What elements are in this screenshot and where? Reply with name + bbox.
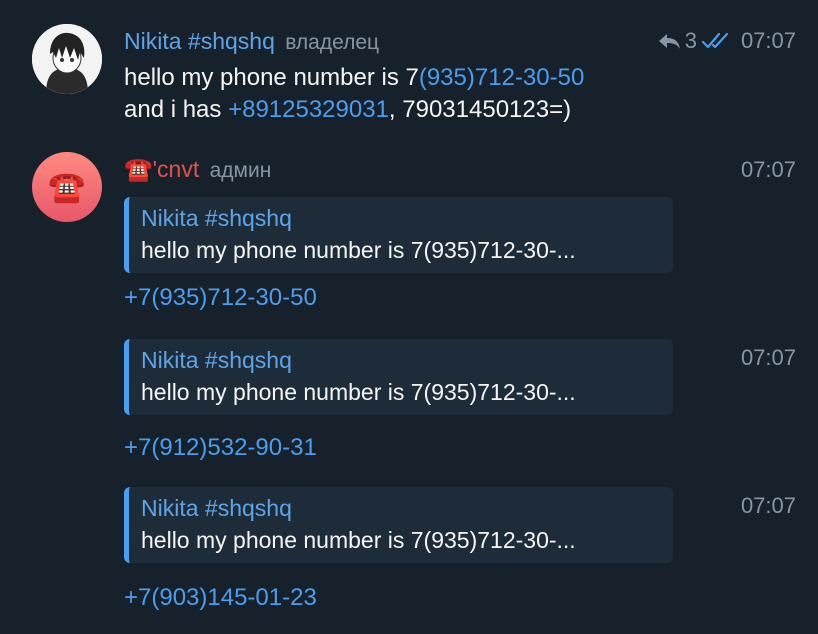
sender-name[interactable]: Nikita #shqshq (124, 28, 275, 54)
message-time: 07:07 (740, 345, 796, 370)
message-text-line-2: and i has +89125329031, 79031450123=) (124, 94, 571, 126)
reply-count[interactable]: 3 (685, 28, 697, 54)
telephone-emoji-icon: ☎️ (124, 156, 153, 182)
text-segment: , 79031450123=) (388, 96, 572, 123)
message-header: ☎️'cnvt админ (124, 156, 271, 183)
message-meta: 3 07:07 (657, 28, 796, 54)
phone-link[interactable]: +7(912)532-90-31 (124, 434, 317, 462)
phone-link[interactable]: +89125329031 (228, 96, 389, 123)
anime-avatar-icon (32, 24, 102, 94)
reply-quote[interactable]: Nikita #shqshq hello my phone number is … (124, 197, 673, 273)
message-text-line-1: hello my phone number is 7(935)712-30-50 (124, 62, 584, 94)
sender-role: админ (209, 159, 272, 182)
reply-sender-name: Nikita #shqshq (141, 347, 292, 373)
phone-link[interactable]: +7(935)712-30-50 (124, 284, 317, 312)
message-time: 07:07 (740, 157, 796, 182)
reply-quote[interactable]: Nikita #shqshq hello my phone number is … (124, 339, 673, 415)
message-time: 07:07 (740, 28, 796, 53)
sender-name[interactable]: 'cnvt (153, 156, 200, 182)
user-avatar-nikita[interactable] (32, 24, 102, 94)
phone-link[interactable]: +7(903)145-01-23 (124, 584, 317, 612)
message-time: 07:07 (740, 493, 796, 518)
telephone-icon: ☎️ (48, 170, 86, 204)
reply-arrow-icon[interactable] (657, 31, 681, 51)
double-check-icon (701, 32, 729, 49)
sender-role: владелец (285, 31, 380, 54)
message-header: Nikita #shqshq владелец (124, 28, 379, 55)
text-segment: hello my phone number is 7 (124, 64, 419, 91)
reply-sender-name: Nikita #shqshq (141, 495, 292, 521)
reply-quoted-text: hello my phone number is 7(935)712-30-..… (141, 527, 576, 553)
reply-sender-name: Nikita #shqshq (141, 205, 292, 231)
reply-quote[interactable]: Nikita #shqshq hello my phone number is … (124, 487, 673, 563)
reply-quoted-text: hello my phone number is 7(935)712-30-..… (141, 379, 576, 405)
text-segment: and i has (124, 96, 229, 123)
user-avatar-cnvt[interactable]: ☎️ (32, 152, 102, 222)
reply-quoted-text: hello my phone number is 7(935)712-30-..… (141, 237, 576, 263)
phone-link[interactable]: (935)712-30-50 (419, 64, 584, 91)
